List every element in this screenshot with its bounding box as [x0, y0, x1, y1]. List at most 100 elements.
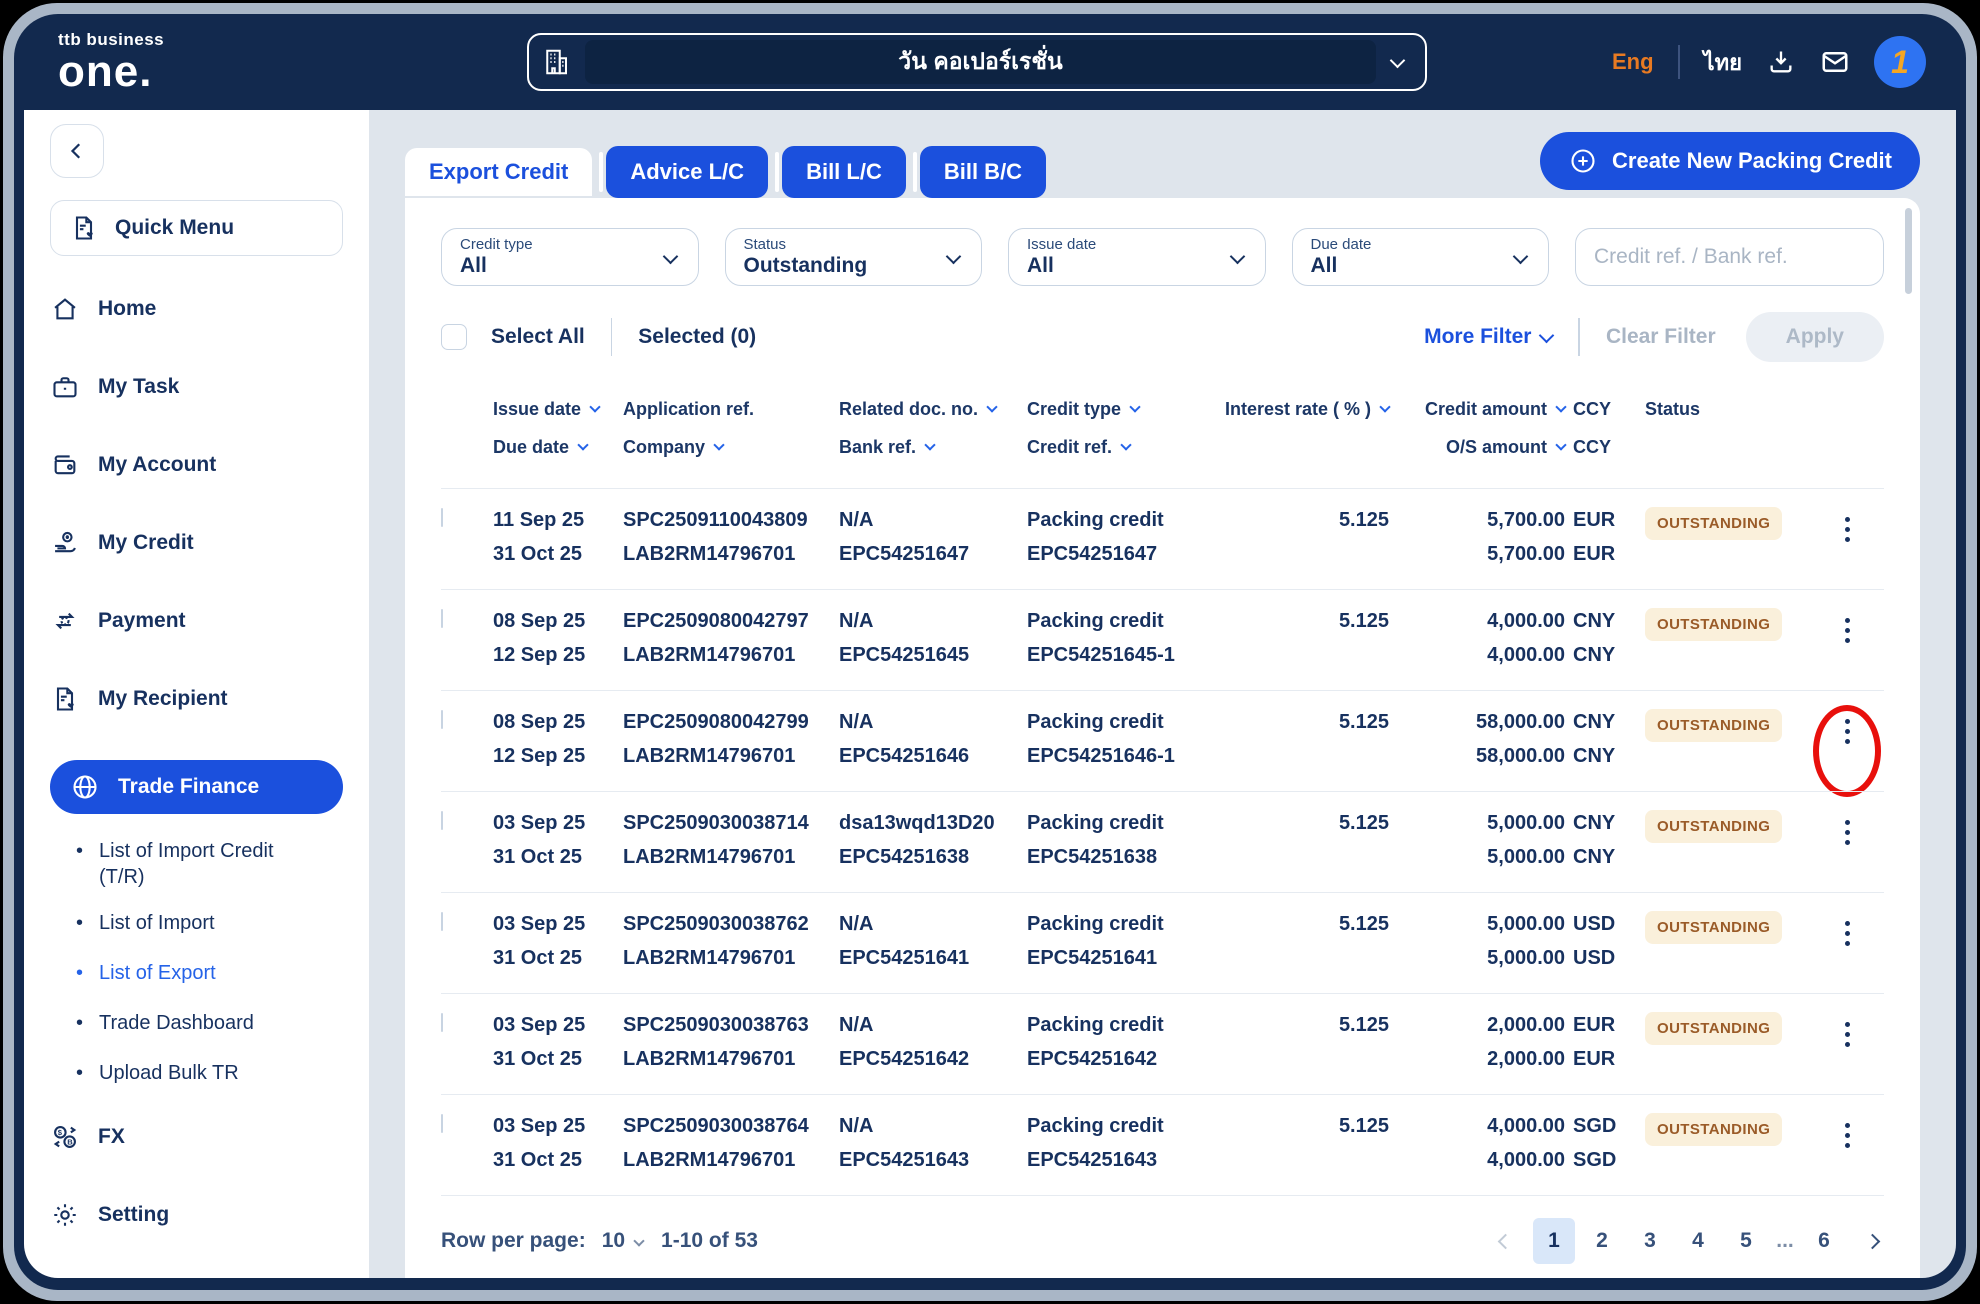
sidebar-item-my-account[interactable]: My Account	[50, 448, 343, 482]
column-header-status[interactable]: Status	[1645, 396, 1817, 472]
scrollbar-thumb[interactable]	[1905, 208, 1912, 294]
row-actions-kebab-menu[interactable]	[1829, 709, 1865, 753]
filter-value: All	[460, 254, 680, 278]
column-header-credit-amount[interactable]: Credit amountO/S amount	[1397, 396, 1565, 472]
sidebar-subitem-upload-bulk-tr[interactable]: •Upload Bulk TR	[50, 1060, 343, 1086]
tab-export-credit[interactable]: Export Credit	[405, 148, 592, 196]
sidebar-item-my-task[interactable]: My Task	[50, 370, 343, 404]
column-header-issue-date[interactable]: Issue dateDue date	[493, 396, 615, 472]
filter-issue-date[interactable]: Issue date All	[1008, 228, 1266, 286]
row-checkbox[interactable]	[441, 811, 443, 830]
sort-chevron-icon[interactable]	[1129, 401, 1140, 412]
sort-chevron-icon[interactable]	[577, 439, 588, 450]
sidebar-subitem-list-of-export[interactable]: •List of Export	[50, 960, 343, 986]
top-bar: ttb business one. วัน คอเปอร์เรชั่น Eng …	[14, 14, 1966, 110]
sidebar-subitem-trade-dashboard[interactable]: •Trade Dashboard	[50, 1010, 343, 1036]
row-checkbox[interactable]	[441, 1013, 443, 1032]
due-date: 31 Oct 25	[493, 541, 615, 567]
company-selector[interactable]: วัน คอเปอร์เรชั่น	[527, 33, 1427, 91]
sort-chevron-icon[interactable]	[713, 439, 724, 450]
page-button-2[interactable]: 2	[1581, 1218, 1623, 1264]
row-checkbox[interactable]	[441, 609, 443, 628]
row-actions-kebab-menu[interactable]	[1829, 507, 1865, 551]
sidebar-subitem-list-of-import[interactable]: •List of Import	[50, 910, 343, 936]
interest-rate: 5.125	[1221, 1113, 1389, 1139]
filter-due-date[interactable]: Due date All	[1292, 228, 1550, 286]
tab-bill-l-c[interactable]: Bill L/C	[782, 146, 906, 198]
page-button-3[interactable]: 3	[1629, 1218, 1671, 1264]
download-icon[interactable]	[1766, 47, 1796, 77]
select-all-checkbox[interactable]	[441, 324, 467, 350]
column-header-related-doc-no-[interactable]: Related doc. no.Bank ref.	[839, 396, 1019, 472]
sort-chevron-icon[interactable]	[1379, 401, 1390, 412]
language-thai[interactable]: ไทย	[1704, 45, 1742, 80]
bullet-icon: •	[76, 1010, 83, 1036]
row-actions-kebab-menu[interactable]	[1829, 1012, 1865, 1056]
credit-type: Packing credit	[1027, 507, 1213, 533]
credit-ref: EPC54251645-1	[1027, 642, 1213, 668]
sidebar-item-my-recipient[interactable]: My Recipient	[50, 682, 343, 716]
previous-page-button[interactable]	[1498, 1233, 1514, 1249]
sort-chevron-icon[interactable]	[986, 401, 997, 412]
status-badge: OUTSTANDING	[1645, 1113, 1782, 1146]
language-eng[interactable]: Eng	[1612, 49, 1654, 75]
credit-ref: EPC54251646-1	[1027, 743, 1213, 769]
clear-filter-button[interactable]: Clear Filter	[1606, 325, 1716, 349]
select-all-label[interactable]: Select All	[491, 325, 585, 349]
sidebar-item-my-credit[interactable]: My Credit	[50, 526, 343, 560]
sidebar-item-payment[interactable]: Payment	[50, 604, 343, 638]
row-actions-kebab-menu[interactable]	[1829, 1113, 1865, 1157]
avatar[interactable]: 1	[1874, 36, 1926, 88]
page-button-6[interactable]: 6	[1803, 1218, 1845, 1264]
divider	[611, 318, 613, 356]
column-header-application-ref-[interactable]: Application ref.Company	[623, 396, 831, 472]
row-checkbox[interactable]	[441, 1114, 443, 1133]
sort-chevron-icon[interactable]	[1120, 439, 1131, 450]
sort-chevron-icon[interactable]	[589, 401, 600, 412]
sort-chevron-icon[interactable]	[1555, 401, 1566, 412]
sort-chevron-icon[interactable]	[1555, 439, 1566, 450]
column-header-interest-rate-[interactable]: Interest rate ( % )	[1221, 396, 1389, 472]
issue-date: 03 Sep 25	[493, 1012, 615, 1038]
sidebar-item-label: Setting	[98, 1203, 169, 1227]
sidebar-subitem-list-of-import-credit-t-r-[interactable]: •List of Import Credit (T/R)	[50, 838, 343, 890]
create-new-packing-credit-button[interactable]: Create New Packing Credit	[1540, 132, 1920, 190]
tab-advice-l-c[interactable]: Advice L/C	[606, 146, 768, 198]
filter-label: Issue date	[1027, 236, 1247, 253]
os-ccy: USD	[1573, 945, 1637, 971]
sidebar-item-trade-finance[interactable]: Trade Finance	[50, 760, 343, 814]
column-header-ccy[interactable]: CCYCCY	[1573, 396, 1637, 472]
interest-rate: 5.125	[1221, 608, 1389, 634]
row-actions-kebab-menu[interactable]	[1829, 911, 1865, 955]
page-button-1[interactable]: 1	[1533, 1218, 1575, 1264]
more-filter-button[interactable]: More Filter	[1424, 325, 1552, 349]
row-actions-kebab-menu[interactable]	[1829, 810, 1865, 854]
row-checkbox[interactable]	[441, 710, 443, 729]
row-actions-kebab-menu[interactable]	[1829, 608, 1865, 652]
os-amount: 5,700.00	[1397, 541, 1565, 567]
page-button-5[interactable]: 5	[1725, 1218, 1767, 1264]
credit-ref: EPC54251643	[1027, 1147, 1213, 1173]
tab-bill-b-c[interactable]: Bill B/C	[920, 146, 1046, 198]
row-checkbox[interactable]	[441, 912, 443, 931]
sidebar-item-home[interactable]: Home	[50, 292, 343, 326]
row-per-page-value[interactable]: 10	[602, 1229, 625, 1253]
company-ref: LAB2RM14796701	[623, 642, 831, 668]
sidebar-collapse-button[interactable]	[50, 124, 104, 178]
credit-ref-search-input[interactable]	[1575, 228, 1884, 286]
chevron-down-icon	[1539, 327, 1555, 343]
filter-credit-type[interactable]: Credit type All	[441, 228, 699, 286]
sort-chevron-icon[interactable]	[924, 439, 935, 450]
apply-button[interactable]: Apply	[1746, 312, 1884, 362]
sidebar-item-setting[interactable]: Setting	[50, 1198, 343, 1232]
sidebar-item-fx[interactable]: $ B FX	[50, 1120, 343, 1154]
pagination-row: Row per page: 10 1-10 of 53 12345...6	[441, 1195, 1884, 1278]
filter-status[interactable]: Status Outstanding	[725, 228, 983, 286]
column-header-credit-type[interactable]: Credit typeCredit ref.	[1027, 396, 1213, 472]
chevron-down-icon[interactable]	[633, 1235, 644, 1246]
next-page-button[interactable]	[1865, 1233, 1881, 1249]
mail-icon[interactable]	[1820, 47, 1850, 77]
page-button-4[interactable]: 4	[1677, 1218, 1719, 1264]
row-checkbox[interactable]	[441, 508, 443, 527]
sidebar-item-quick-menu[interactable]: Quick Menu	[50, 200, 343, 256]
